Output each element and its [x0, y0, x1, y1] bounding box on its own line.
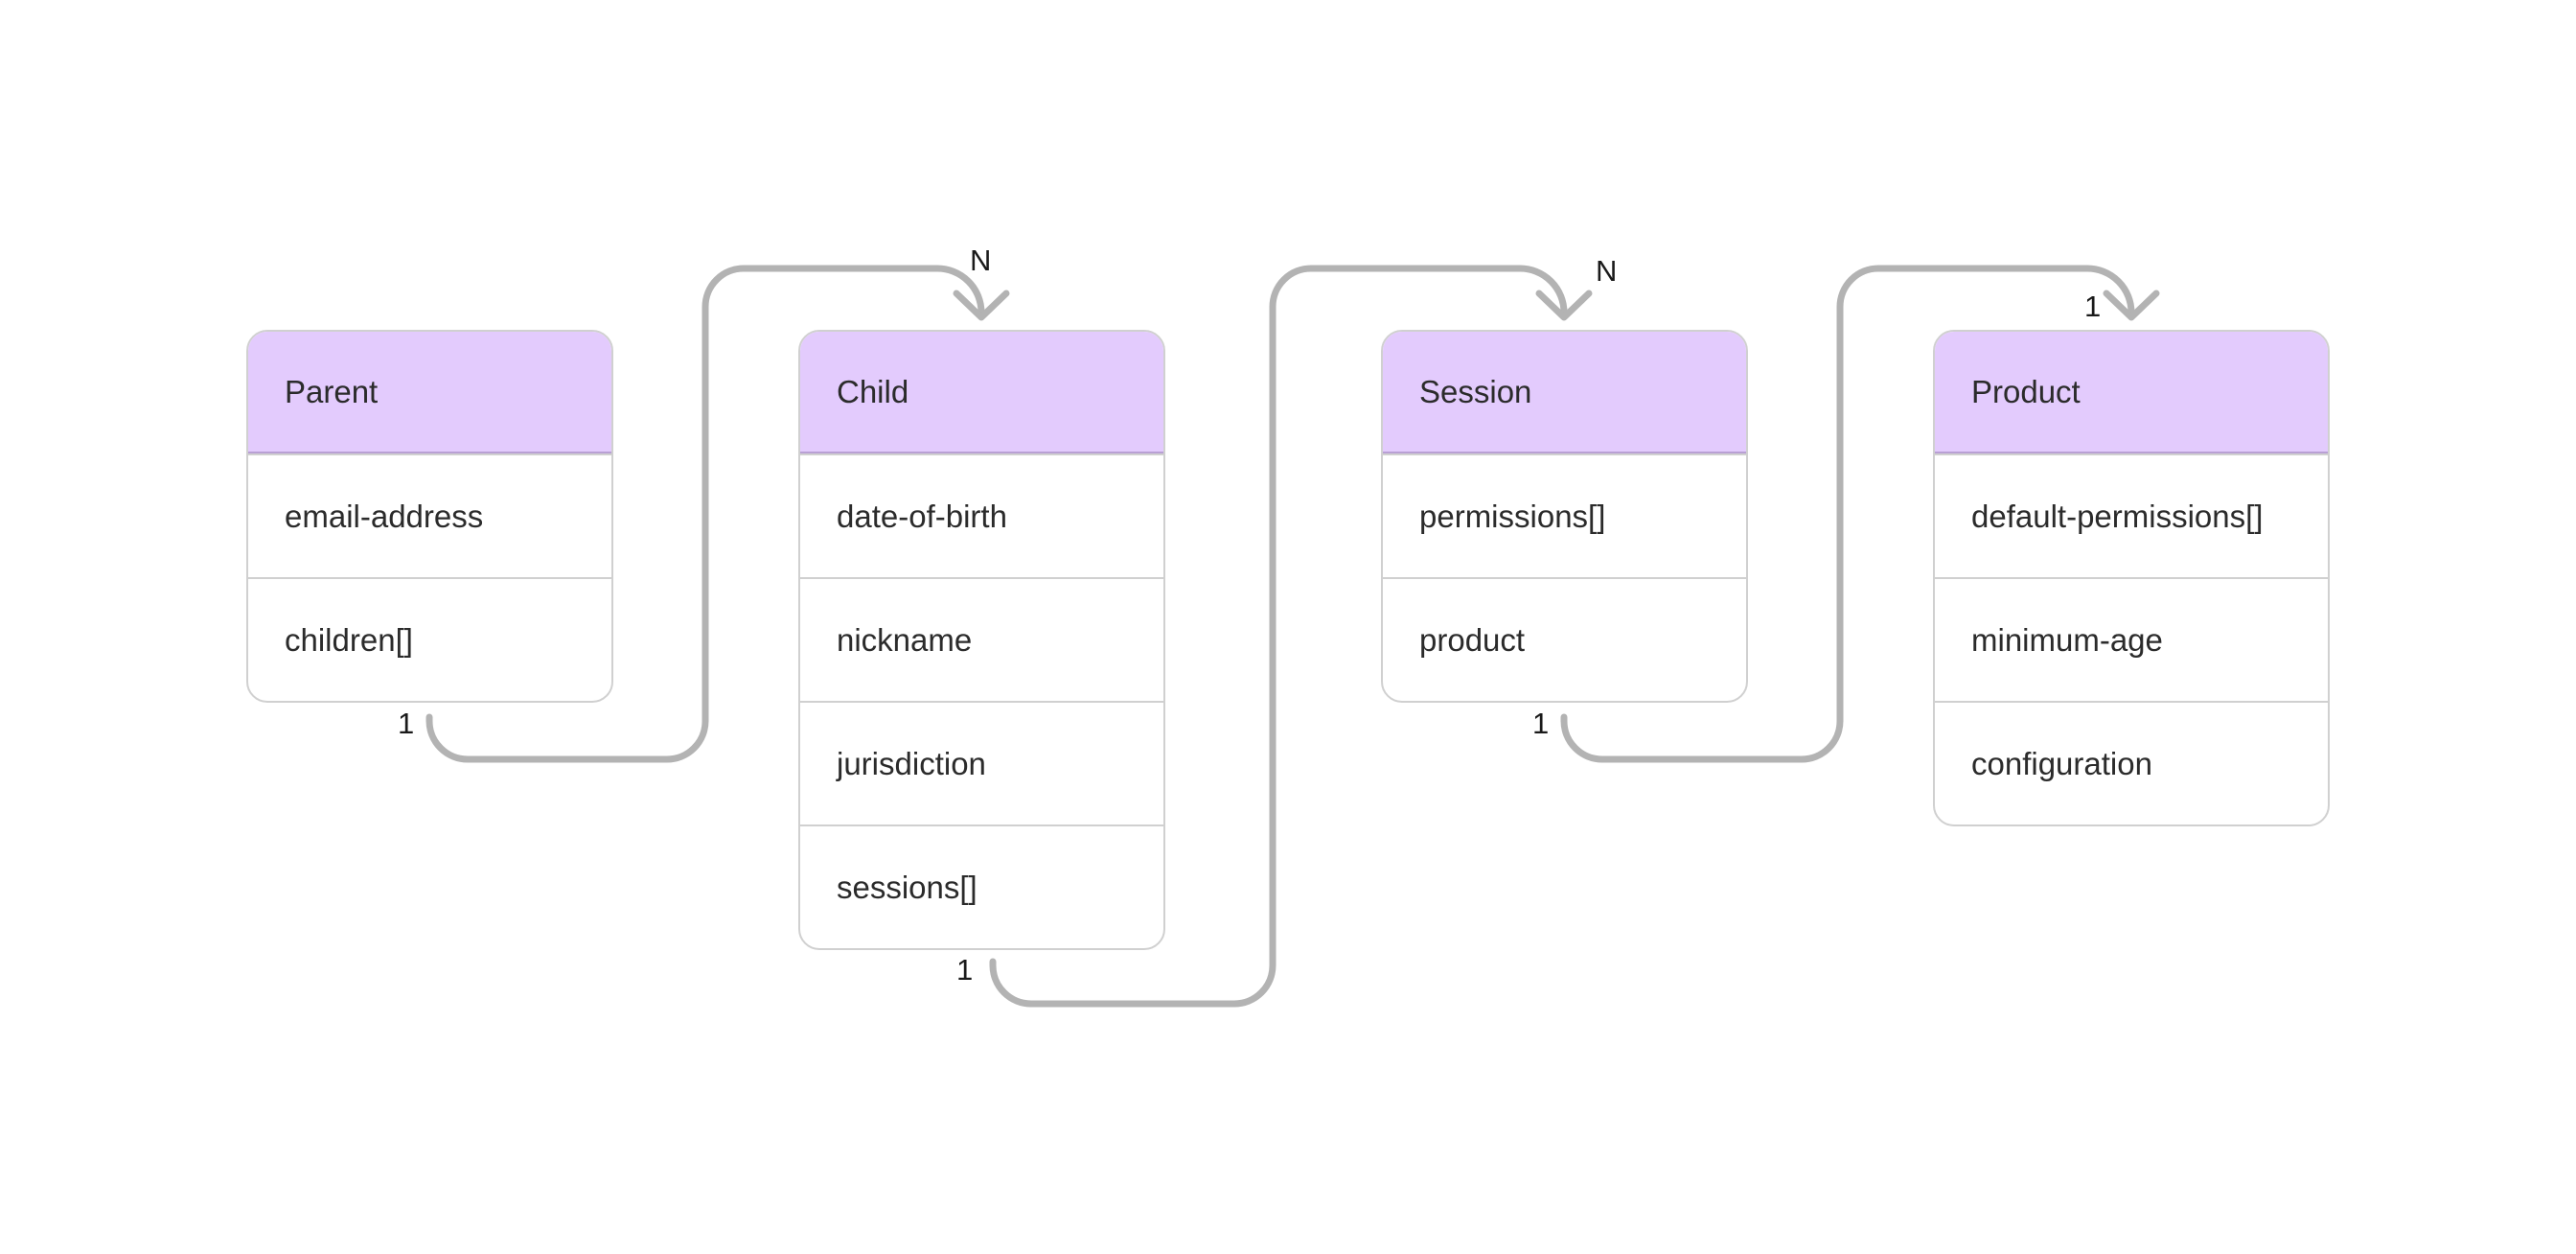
cardinality-child-side: N — [970, 244, 992, 277]
entity-field: email-address — [248, 453, 611, 577]
entity-title: Parent — [248, 332, 611, 453]
entity-title: Product — [1935, 332, 2328, 453]
entity-field: configuration — [1935, 701, 2328, 824]
entity-field: children[] — [248, 577, 611, 701]
cardinality-session-from: 1 — [1532, 707, 1550, 740]
entity-field: default-permissions[] — [1935, 453, 2328, 577]
cardinality-session-side: N — [1596, 254, 1618, 288]
entity-field: jurisdiction — [800, 701, 1163, 824]
entity-field: minimum-age — [1935, 577, 2328, 701]
entity-field: nickname — [800, 577, 1163, 701]
arrowhead-child-icon — [953, 290, 1010, 321]
entity-product[interactable]: Product default-permissions[] minimum-ag… — [1933, 330, 2330, 826]
entity-title: Session — [1383, 332, 1746, 453]
arrowhead-session-icon — [1535, 290, 1593, 321]
arrowhead-product-icon — [2103, 290, 2160, 321]
entity-field: date-of-birth — [800, 453, 1163, 577]
cardinality-parent-side: 1 — [398, 707, 415, 740]
entity-field: sessions[] — [800, 824, 1163, 948]
er-diagram: Parent email-address children[] Child da… — [0, 0, 2576, 1254]
cardinality-product-side: 1 — [2084, 290, 2102, 323]
entity-parent[interactable]: Parent email-address children[] — [246, 330, 613, 703]
entity-field: permissions[] — [1383, 453, 1746, 577]
entity-title: Child — [800, 332, 1163, 453]
cardinality-child-from: 1 — [956, 953, 974, 987]
entity-session[interactable]: Session permissions[] product — [1381, 330, 1748, 703]
entity-field: product — [1383, 577, 1746, 701]
entity-child[interactable]: Child date-of-birth nickname jurisdictio… — [798, 330, 1165, 950]
